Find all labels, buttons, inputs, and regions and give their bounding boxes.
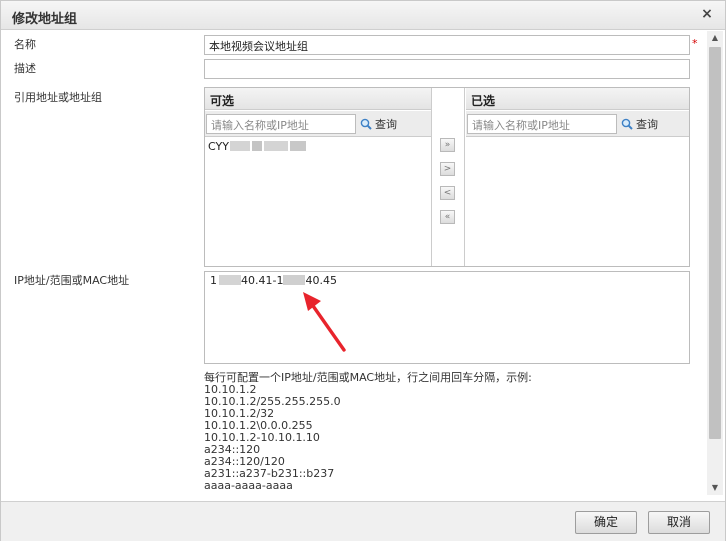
- ip-range-label: IP地址/范围或MAC地址: [14, 274, 130, 287]
- scroll-up-icon[interactable]: ▲: [707, 31, 723, 45]
- edit-address-group-dialog: 修改地址组 × 名称 本地视频会议地址组 * 描述 引用地址或地址组 可选 请输…: [0, 0, 726, 541]
- description-input[interactable]: [204, 59, 690, 79]
- available-pane: 可选 请输入名称或IP地址 查询 CYY: [205, 88, 431, 266]
- available-query-button[interactable]: 查询: [360, 116, 397, 132]
- transfer-buttons: » > < «: [431, 88, 465, 266]
- scrollbar-thumb[interactable]: [709, 47, 721, 439]
- ip-range-textarea[interactable]: 1 40.41-1 40.45: [204, 271, 690, 364]
- scroll-down-icon[interactable]: ▼: [707, 481, 723, 495]
- name-label: 名称: [14, 38, 36, 51]
- available-search-bar: 请输入名称或IP地址 查询: [205, 111, 431, 137]
- redaction-block: [289, 141, 306, 151]
- annotation-arrow-icon: [303, 292, 346, 352]
- address-picker: 可选 请输入名称或IP地址 查询 CYY » > < « 已选 请输入名称或IP…: [204, 87, 690, 267]
- available-query-label: 查询: [375, 118, 397, 131]
- dialog-title: 修改地址组: [12, 12, 78, 27]
- hint-intro: 每行可配置一个IP地址/范围或MAC地址，行之间用回车分隔，示例:: [204, 371, 532, 384]
- remove-one-button[interactable]: <: [440, 186, 455, 200]
- hint-example: aaaa-aaaa-aaaa: [204, 479, 293, 492]
- selected-pane: 已选 请输入名称或IP地址 查询: [466, 88, 689, 266]
- list-item[interactable]: CYY: [205, 138, 431, 154]
- selected-header: 已选: [466, 88, 689, 110]
- hint-example: 10.10.1.2-10.10.1.10: [204, 431, 320, 444]
- selected-search-input[interactable]: 请输入名称或IP地址: [467, 114, 617, 134]
- vertical-scrollbar[interactable]: ▲ ▼: [707, 31, 723, 495]
- close-icon[interactable]: ×: [700, 6, 714, 22]
- remove-all-button[interactable]: «: [440, 210, 455, 224]
- cancel-button[interactable]: 取消: [648, 511, 710, 534]
- list-item-label: CYY: [208, 140, 229, 153]
- reference-label: 引用地址或地址组: [14, 91, 102, 104]
- ip-entry-part: 40.41-1: [241, 274, 284, 287]
- search-icon: [360, 118, 372, 130]
- selected-query-label: 查询: [636, 118, 658, 131]
- redaction-block: [251, 141, 262, 151]
- available-header: 可选: [205, 88, 431, 110]
- selected-query-button[interactable]: 查询: [621, 116, 658, 132]
- hint-example: 10.10.1.2/255.255.255.0: [204, 395, 341, 408]
- ip-entry-part: 40.45: [305, 274, 337, 287]
- required-mark: *: [692, 37, 698, 50]
- confirm-button[interactable]: 确定: [575, 511, 637, 534]
- ip-entry-part: 1: [210, 274, 217, 287]
- available-search-input[interactable]: 请输入名称或IP地址: [206, 114, 356, 134]
- name-input[interactable]: 本地视频会议地址组: [204, 35, 690, 55]
- description-label: 描述: [14, 62, 36, 75]
- dialog-body: 名称 本地视频会议地址组 * 描述 引用地址或地址组 可选 请输入名称或IP地址…: [1, 31, 707, 495]
- redaction-block: [229, 141, 250, 151]
- redaction-block: [283, 275, 306, 285]
- redaction-block: [219, 275, 241, 285]
- add-one-button[interactable]: >: [440, 162, 455, 176]
- format-hint: 每行可配置一个IP地址/范围或MAC地址，行之间用回车分隔，示例: 10.10.…: [204, 372, 694, 492]
- dialog-titlebar: 修改地址组 ×: [1, 1, 725, 30]
- redaction-block: [263, 141, 288, 151]
- dialog-footer: 确定 取消: [1, 501, 725, 541]
- add-all-button[interactable]: »: [440, 138, 455, 152]
- search-icon: [621, 118, 633, 130]
- selected-search-bar: 请输入名称或IP地址 查询: [466, 111, 689, 137]
- available-list: CYY: [205, 138, 431, 154]
